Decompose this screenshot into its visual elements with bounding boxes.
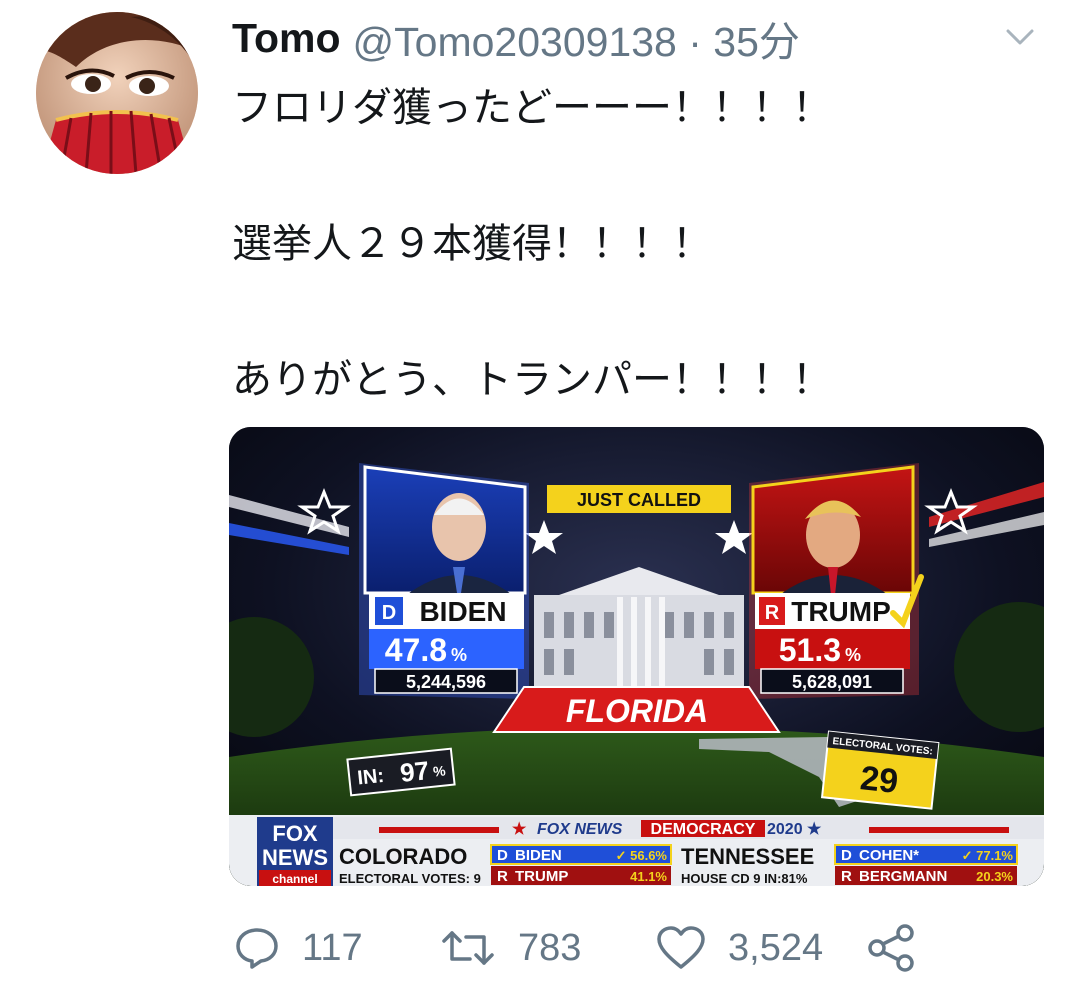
ticker-banner-prefix: ★ bbox=[512, 821, 527, 838]
race1-c1-name: BIDEN bbox=[515, 847, 562, 864]
biden-party: D bbox=[382, 602, 396, 624]
ticker-banner-highlight: DEMOCRACY bbox=[651, 821, 756, 838]
trump-panel: R TRUMP 51.3 % 5,628,091 bbox=[749, 463, 924, 699]
reply-button[interactable]: 117 bbox=[234, 920, 363, 976]
tweet-media-image[interactable]: JUST CALLED D BIDEN 47.8 % 5,244,596 R T… bbox=[229, 427, 1044, 886]
trump-votes: 5,628,091 bbox=[792, 672, 872, 692]
race1-state: COLORADO bbox=[339, 844, 467, 869]
like-button[interactable]: 3,524 bbox=[656, 920, 823, 976]
biden-name: BIDEN bbox=[419, 596, 506, 627]
heart-icon bbox=[657, 926, 705, 969]
race1-c1-party: D bbox=[497, 847, 508, 864]
reply-count: 117 bbox=[302, 926, 363, 969]
in-value: 97 bbox=[399, 755, 431, 788]
race1-c2-pct: 41.1% bbox=[630, 869, 667, 884]
ev-value: 29 bbox=[858, 759, 900, 801]
state-name: FLORIDA bbox=[566, 693, 708, 729]
avatar[interactable] bbox=[36, 12, 198, 174]
like-count: 3,524 bbox=[728, 926, 824, 969]
tweet-text: フロリダ獲ったどーーー！！！！ 選挙人２９本獲得！！！！ ありがとう、トランパー… bbox=[232, 74, 1052, 414]
chevron-down-icon[interactable] bbox=[1000, 22, 1040, 52]
just-called-text: JUST CALLED bbox=[577, 490, 701, 510]
race2-c2-party: R bbox=[841, 868, 852, 885]
in-label: IN: bbox=[356, 765, 385, 790]
share-button[interactable] bbox=[866, 920, 938, 976]
race2-sub: HOUSE CD 9 IN:81% bbox=[681, 871, 808, 886]
biden-panel: D BIDEN 47.8 % 5,244,596 bbox=[359, 463, 529, 699]
race1-c1-pct: ✓ 56.6% bbox=[616, 848, 668, 863]
avatar-image bbox=[36, 12, 198, 174]
tweet-line: 選挙人２９本獲得！！！！ bbox=[232, 221, 712, 267]
biden-pct-sign: % bbox=[451, 645, 467, 665]
race2-c2-name: BERGMANN bbox=[859, 868, 947, 885]
tweet-line: ありがとう、トランパー！！！！ bbox=[232, 357, 832, 403]
biden-pct: 47.8 bbox=[385, 632, 447, 668]
retweet-button[interactable]: 783 bbox=[440, 920, 581, 976]
ticker-banner-brand: FOX NEWS bbox=[537, 821, 623, 838]
retweet-count: 783 bbox=[518, 926, 582, 969]
race2-state: TENNESSEE bbox=[681, 844, 814, 869]
news-ticker: FOX NEWS channel ★ FOX NEWS DEMOCRACY 20… bbox=[229, 815, 1044, 886]
race2-c1-party: D bbox=[841, 847, 852, 864]
race1-c2-name: TRUMP bbox=[515, 868, 568, 885]
trump-party: R bbox=[765, 602, 780, 624]
author-handle-time[interactable]: @Tomo20309138 · 35分 bbox=[353, 8, 800, 68]
race2-c1-name: COHEN* bbox=[859, 847, 919, 864]
trump-pct: 51.3 bbox=[779, 632, 841, 668]
tweet-header: Tomo @Tomo20309138 · 35分 bbox=[232, 8, 800, 68]
retweet-icon bbox=[442, 931, 494, 965]
ticker-banner-year: 2020 ★ bbox=[767, 821, 822, 838]
reply-icon bbox=[236, 928, 278, 969]
biden-votes: 5,244,596 bbox=[406, 672, 486, 692]
trump-name: TRUMP bbox=[791, 596, 891, 627]
fox-logo-top: FOX bbox=[272, 821, 318, 846]
race2-c1-pct: ✓ 77.1% bbox=[962, 848, 1014, 863]
race2-c2-pct: 20.3% bbox=[976, 869, 1013, 884]
author-name[interactable]: Tomo bbox=[232, 15, 341, 62]
race1-c2-party: R bbox=[497, 868, 508, 885]
election-broadcast-graphic: JUST CALLED D BIDEN 47.8 % 5,244,596 R T… bbox=[229, 427, 1044, 886]
tweet-line: フロリダ獲ったどーーー！！！！ bbox=[232, 85, 832, 131]
fox-logo-mid: NEWS bbox=[262, 845, 328, 870]
share-icon bbox=[868, 924, 914, 972]
race1-sub: ELECTORAL VOTES: 9 bbox=[339, 871, 481, 886]
fox-logo-bottom: channel bbox=[272, 872, 317, 886]
trump-pct-sign: % bbox=[845, 645, 861, 665]
in-sign: % bbox=[432, 762, 447, 779]
tweet-actions: 117 783 3,524 bbox=[0, 920, 1080, 976]
